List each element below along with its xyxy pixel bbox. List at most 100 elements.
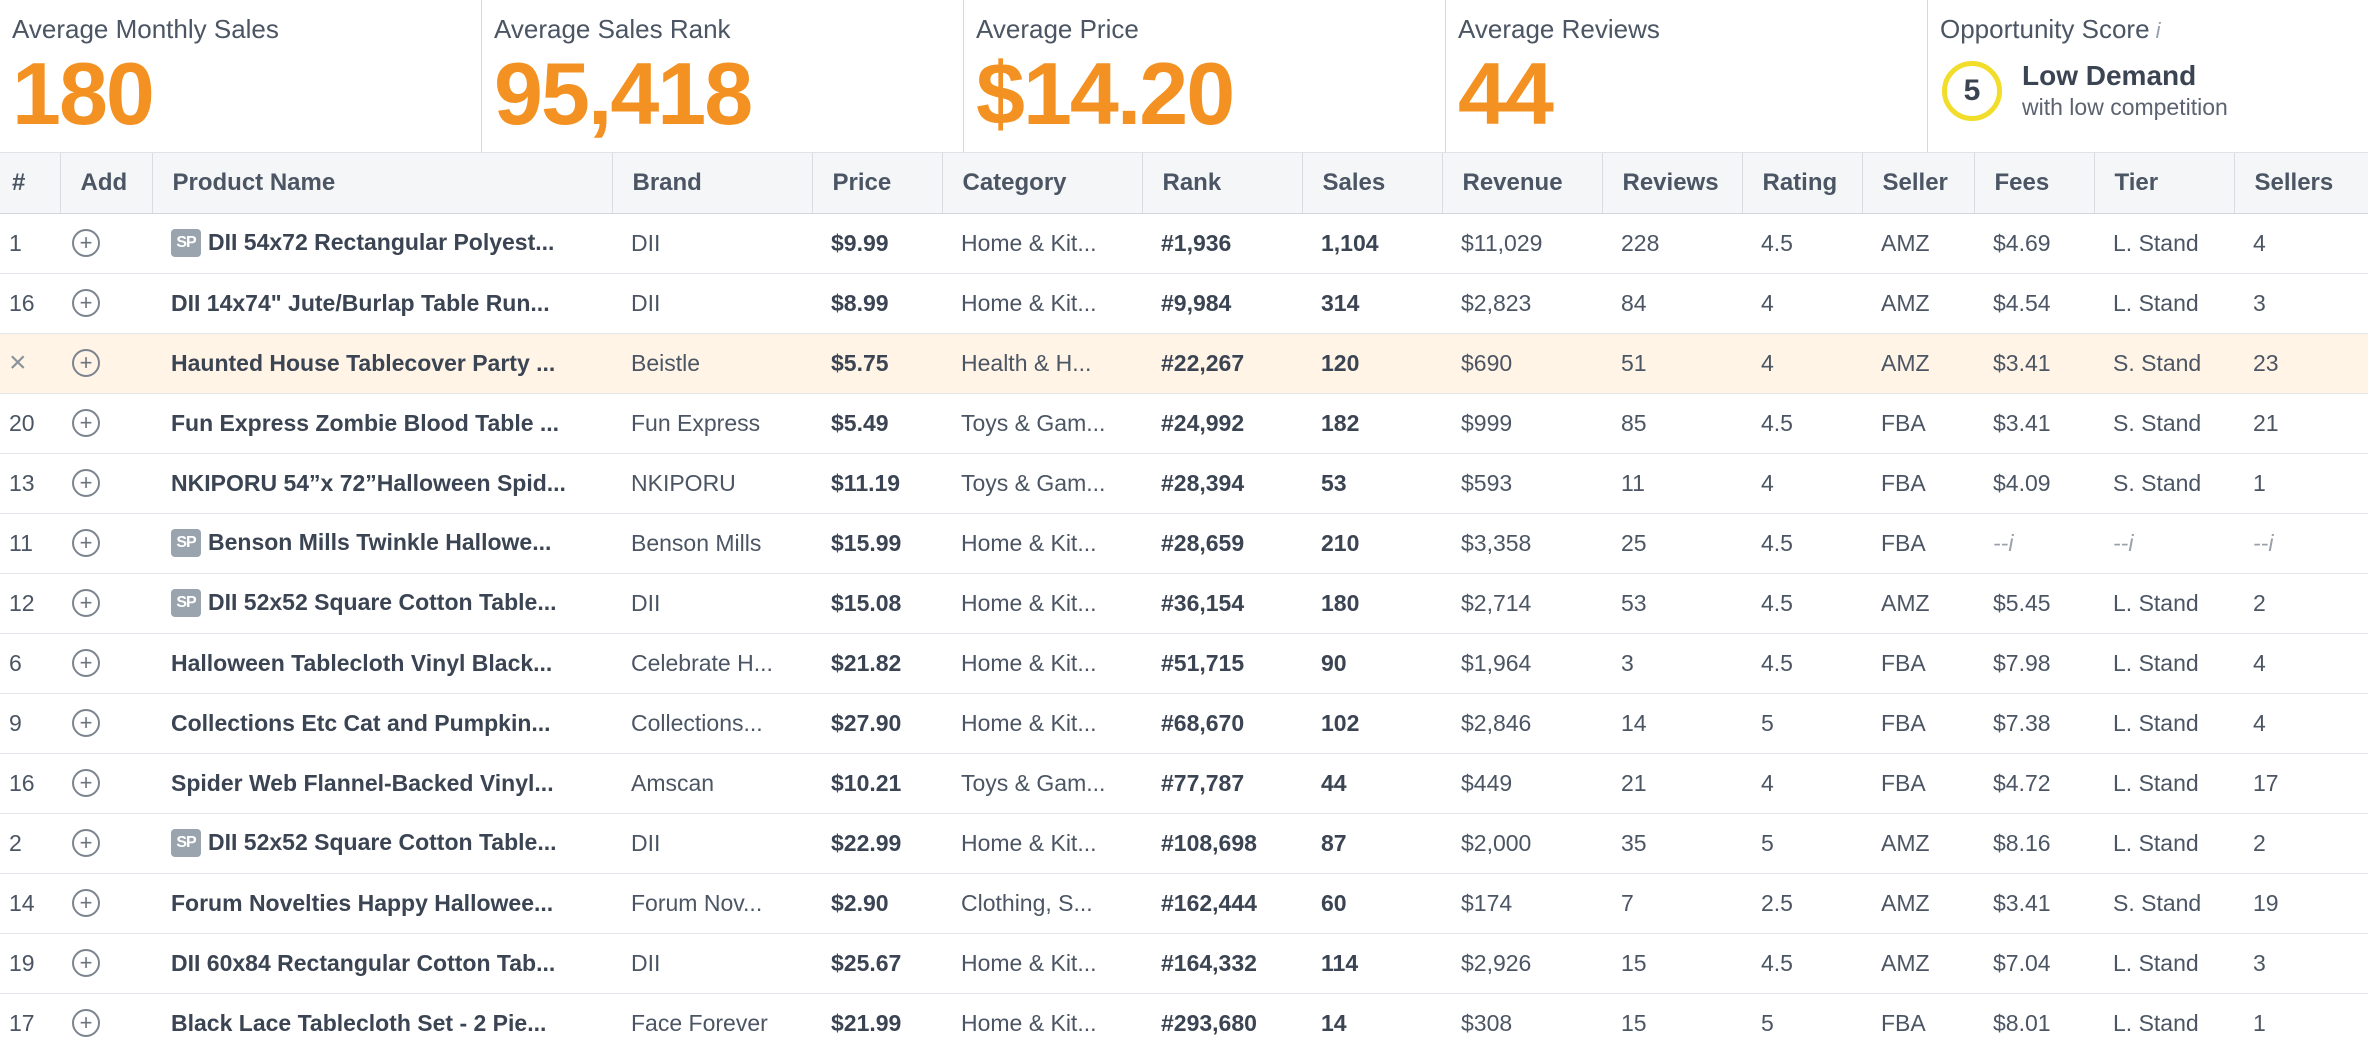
table-row[interactable]: 17 + Black Lace Tablecloth Set - 2 Pie... F…	[0, 993, 2368, 1050]
rank-cell: #293,680	[1161, 1009, 1257, 1036]
plus-circle-icon[interactable]: +	[72, 949, 100, 977]
product-name[interactable]: NKIPORU 54”x 72”Halloween Spid...	[171, 470, 566, 496]
product-name-cell[interactable]: DII 14x74" Jute/Burlap Table Run...	[152, 273, 612, 333]
sales-cell: 53	[1321, 469, 1347, 496]
table-row[interactable]: 6 + Halloween Tablecloth Vinyl Black... Cel…	[0, 633, 2368, 693]
header-col-sellers[interactable]: Sellers	[2234, 153, 2368, 214]
product-name-cell[interactable]: Halloween Tablecloth Vinyl Black...	[152, 633, 612, 693]
product-name-cell[interactable]: Collections Etc Cat and Pumpkin...	[152, 693, 612, 753]
table-row[interactable]: 14 + Forum Novelties Happy Hallowee... Foru…	[0, 873, 2368, 933]
table-row[interactable]: 16 + Spider Web Flannel-Backed Vinyl... Ams…	[0, 753, 2368, 813]
header-col-rank[interactable]: Rank	[1142, 153, 1303, 214]
product-name[interactable]: Collections Etc Cat and Pumpkin...	[171, 710, 551, 736]
price-cell: $5.49	[831, 409, 889, 436]
plus-circle-icon[interactable]: +	[72, 829, 100, 857]
product-name[interactable]: Fun Express Zombie Blood Table ...	[171, 410, 559, 436]
revenue-cell: $593	[1461, 469, 1513, 496]
product-name[interactable]: DII 52x52 Square Cotton Table...	[208, 589, 557, 615]
product-name-cell[interactable]: SP DII 52x52 Square Cotton Table...	[152, 813, 612, 873]
table-row[interactable]: 16 + DII 14x74" Jute/Burlap Table Run... DI…	[0, 273, 2368, 333]
remove-row-cell[interactable]: ×	[0, 333, 60, 393]
plus-circle-icon[interactable]: +	[72, 1009, 100, 1037]
product-name[interactable]: Black Lace Tablecloth Set - 2 Pie...	[171, 1010, 546, 1036]
header-col-revenue[interactable]: Revenue	[1442, 153, 1603, 214]
price-cell: $25.67	[831, 949, 902, 976]
product-name-cell[interactable]: Haunted House Tablecover Party ...	[152, 333, 612, 393]
header-col-reviews[interactable]: Reviews	[1602, 153, 1743, 214]
header-col-number[interactable]: #	[0, 153, 61, 214]
table-row[interactable]: 9 + Collections Etc Cat and Pumpkin... Coll…	[0, 693, 2368, 753]
plus-circle-icon[interactable]: +	[72, 889, 100, 917]
close-icon[interactable]: ×	[9, 346, 27, 379]
plus-circle-icon[interactable]: +	[72, 289, 100, 317]
plus-circle-icon[interactable]: +	[72, 769, 100, 797]
price-cell: $5.75	[831, 349, 889, 376]
opportunity-main: Low Demand	[2022, 60, 2197, 91]
plus-circle-icon[interactable]: +	[72, 709, 100, 737]
opportunity-body: 5 Low Demand with low competition	[1940, 60, 2368, 122]
product-name[interactable]: DII 54x72 Rectangular Polyest...	[208, 229, 554, 255]
header-col-fees[interactable]: Fees	[1974, 153, 2095, 214]
plus-circle-icon[interactable]: +	[72, 529, 100, 557]
table-row[interactable]: 1 + SP DII 54x72 Rectangular Polyest... DII $…	[0, 213, 2368, 273]
product-name[interactable]: DII 52x52 Square Cotton Table...	[208, 829, 557, 855]
stat-value: 180	[12, 44, 155, 143]
header-col-brand[interactable]: Brand	[612, 153, 813, 214]
product-name-cell[interactable]: NKIPORU 54”x 72”Halloween Spid...	[152, 453, 612, 513]
header-col-product-name[interactable]: Product Name	[152, 153, 613, 214]
table-row[interactable]: × + Haunted House Tablecover Party ... Beis…	[0, 333, 2368, 393]
fees-cell: $8.16	[1993, 829, 2051, 856]
product-name[interactable]: Haunted House Tablecover Party ...	[171, 350, 555, 376]
table-row[interactable]: 13 + NKIPORU 54”x 72”Halloween Spid... NKIP…	[0, 453, 2368, 513]
product-name[interactable]: Forum Novelties Happy Hallowee...	[171, 890, 553, 916]
rating-cell: 2.5	[1761, 889, 1793, 916]
seller-cell: AMZ	[1881, 589, 1930, 616]
table-row[interactable]: 19 + DII 60x84 Rectangular Cotton Tab... DI…	[0, 933, 2368, 993]
brand-cell: DII	[631, 829, 661, 856]
product-name-cell[interactable]: SP DII 52x52 Square Cotton Table...	[152, 573, 612, 633]
seller-cell: AMZ	[1881, 829, 1930, 856]
table-row[interactable]: 20 + Fun Express Zombie Blood Table ... Fun…	[0, 393, 2368, 453]
header-col-price[interactable]: Price	[812, 153, 943, 214]
table-row[interactable]: 12 + SP DII 52x52 Square Cotton Table... DII…	[0, 573, 2368, 633]
rating-cell: 4.5	[1761, 949, 1793, 976]
header-col-tier[interactable]: Tier	[2094, 153, 2235, 214]
product-name-cell[interactable]: Black Lace Tablecloth Set - 2 Pie...	[152, 993, 612, 1050]
plus-circle-icon[interactable]: +	[72, 469, 100, 497]
plus-circle-icon[interactable]: +	[72, 229, 100, 257]
product-name-cell[interactable]: Forum Novelties Happy Hallowee...	[152, 873, 612, 933]
product-name[interactable]: Halloween Tablecloth Vinyl Black...	[171, 650, 552, 676]
product-name-cell[interactable]: SP DII 54x72 Rectangular Polyest...	[152, 213, 612, 273]
add-cell: +	[60, 453, 152, 513]
table-row[interactable]: 2 + SP DII 52x52 Square Cotton Table... DII $…	[0, 813, 2368, 873]
row-number: 16	[9, 289, 35, 316]
table-row[interactable]: 11 + SP Benson Mills Twinkle Hallowe... Bens…	[0, 513, 2368, 573]
plus-circle-icon[interactable]: +	[72, 409, 100, 437]
fees-cell: $3.41	[1993, 889, 2051, 916]
header-col-seller[interactable]: Seller	[1862, 153, 1975, 214]
product-name[interactable]: Benson Mills Twinkle Hallowe...	[208, 529, 551, 555]
product-name-cell[interactable]: Spider Web Flannel-Backed Vinyl...	[152, 753, 612, 813]
revenue-cell: $2,714	[1461, 589, 1532, 616]
brand-cell: DII	[631, 289, 661, 316]
reviews-cell: 25	[1621, 529, 1647, 556]
header-col-sales[interactable]: Sales	[1302, 153, 1443, 214]
product-name[interactable]: DII 60x84 Rectangular Cotton Tab...	[171, 950, 555, 976]
product-name[interactable]: DII 14x74" Jute/Burlap Table Run...	[171, 290, 550, 316]
sales-cell: 60	[1321, 889, 1347, 916]
product-name-cell[interactable]: SP Benson Mills Twinkle Hallowe...	[152, 513, 612, 573]
plus-circle-icon[interactable]: +	[72, 349, 100, 377]
header-col-add[interactable]: Add	[60, 153, 153, 214]
add-cell: +	[60, 873, 152, 933]
seller-cell: AMZ	[1881, 949, 1930, 976]
product-name-cell[interactable]: Fun Express Zombie Blood Table ...	[152, 393, 612, 453]
header-col-rating[interactable]: Rating	[1742, 153, 1863, 214]
rank-cell: #22,267	[1161, 349, 1245, 376]
plus-circle-icon[interactable]: +	[72, 649, 100, 677]
header-col-category[interactable]: Category	[942, 153, 1143, 214]
product-name[interactable]: Spider Web Flannel-Backed Vinyl...	[171, 770, 554, 796]
product-name-cell[interactable]: DII 60x84 Rectangular Cotton Tab...	[152, 933, 612, 993]
info-icon[interactable]: i	[2156, 18, 2161, 43]
plus-circle-icon[interactable]: +	[72, 589, 100, 617]
fees-cell: --i	[1993, 529, 2014, 556]
